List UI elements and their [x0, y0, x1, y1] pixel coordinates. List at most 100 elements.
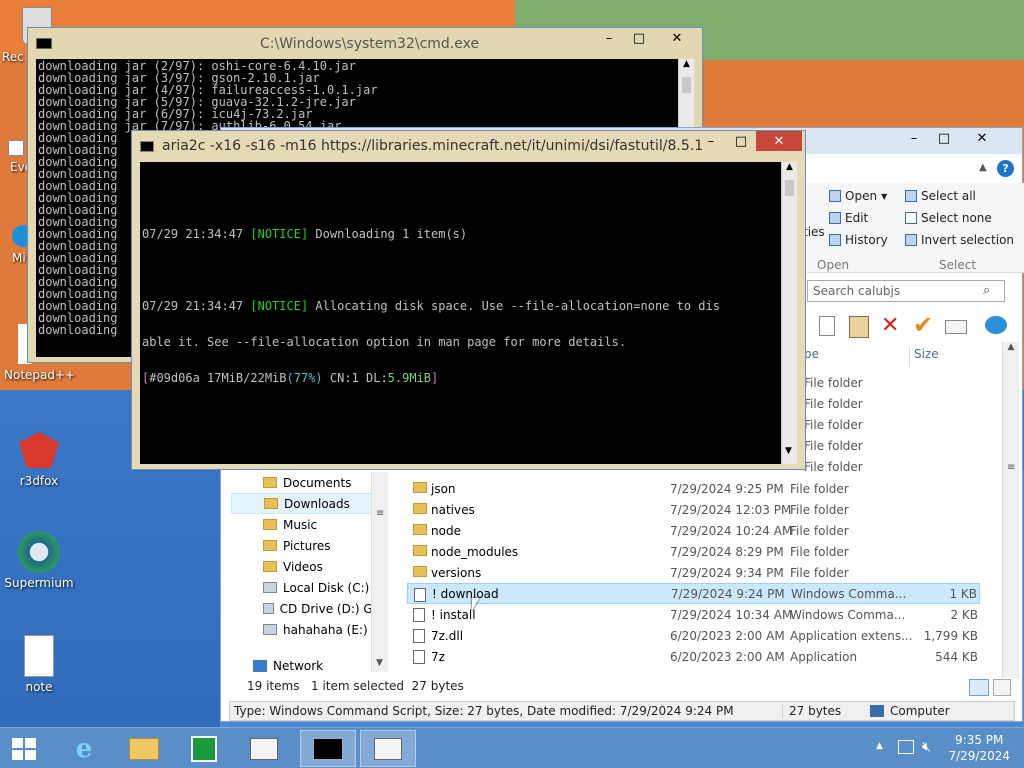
nav-item-local-disk-c[interactable]: Local Disk (C:) [231, 577, 381, 598]
clock[interactable]: 9:35 PM 7/29/2024 [948, 732, 1010, 764]
rename-icon[interactable] [945, 320, 967, 334]
shell-icon[interactable] [985, 316, 1007, 334]
notice-tag: [NOTICE] [250, 299, 309, 313]
file-row[interactable]: 7z.dll 6/20/2023 2:00 AM Application exten… [407, 625, 980, 646]
column-header-size[interactable]: Size [909, 347, 1009, 367]
scroll-up-icon[interactable]: ▲ [1003, 342, 1019, 352]
nav-item-documents[interactable]: Documents [231, 472, 381, 493]
nav-item-cd-drive-d[interactable]: CD Drive (D:) GR [231, 598, 381, 619]
nav-item-videos[interactable]: Videos [231, 556, 381, 577]
aria2c-titlebar[interactable]: aria2c -x16 -s16 -m16 https://libraries.… [132, 131, 805, 161]
file-name: 7z [431, 649, 445, 664]
maximize-icon[interactable]: □ [929, 128, 959, 148]
scroll-down-icon[interactable]: ▼ [785, 446, 792, 456]
file-row[interactable]: ! install 7/29/2024 10:34 AM Windows Comma… [407, 604, 980, 625]
taskbar-app-window[interactable] [236, 730, 292, 767]
details-text: Type: Windows Command Script, Size: 27 b… [234, 704, 734, 718]
nav-item-music[interactable]: Music [231, 514, 381, 535]
ribbon-collapse-icon[interactable]: ▲ [979, 162, 987, 173]
large-icons-view-icon[interactable] [993, 679, 1011, 696]
file-row[interactable]: natives 7/29/2024 12:03 PM File folder [407, 499, 980, 520]
start-button[interactable] [0, 730, 48, 767]
desktop-icon-note[interactable]: note [4, 634, 74, 694]
scroll-thumb[interactable] [682, 77, 691, 93]
aria2c-window[interactable]: aria2c -x16 -s16 -m16 https://libraries.… [131, 130, 806, 470]
file-type: Windows Comma... [791, 586, 907, 601]
check-icon[interactable]: ✔ [913, 311, 933, 339]
file-date: 7/29/2024 9:25 PM [670, 481, 784, 496]
paste-icon[interactable] [849, 316, 869, 338]
nav-item-downloads[interactable]: Downloads [231, 493, 381, 514]
scroll-up-icon[interactable]: ▲ [782, 162, 797, 178]
file-name: node [431, 523, 461, 538]
file-type: Application extens... [790, 628, 913, 643]
select-none-button[interactable]: Select none [905, 211, 992, 225]
file-row[interactable]: ! download 7/29/2024 9:24 PM Windows Comma… [407, 583, 980, 604]
help-icon[interactable]: ? [997, 160, 1014, 177]
show-hidden-icons-icon[interactable]: ▲ [876, 741, 883, 751]
scroll-up-icon[interactable]: ▲ [679, 59, 694, 75]
edit-button[interactable]: Edit [829, 211, 868, 225]
folder-icon [413, 566, 427, 577]
navigation-pane: Documents Downloads Music Pictures Videos Loc… [231, 472, 381, 672]
scroll-grip-icon[interactable]: ≡ [376, 508, 384, 519]
minimize-icon[interactable]: – [899, 128, 929, 148]
details-view-icon[interactable] [969, 679, 989, 696]
maximize-icon[interactable]: □ [726, 131, 756, 151]
taskbar-cmd[interactable] [300, 730, 356, 767]
taskbar-store[interactable] [176, 730, 232, 767]
history-button[interactable]: History [829, 233, 888, 247]
minimize-icon[interactable]: – [594, 28, 624, 48]
taskbar-ie[interactable]: e [56, 730, 112, 767]
aria2c-scrollbar[interactable]: ▲ ▼ [781, 162, 797, 464]
file-row[interactable]: node 7/29/2024 10:24 AM File folder [407, 520, 980, 541]
taskbar-file-explorer[interactable] [116, 730, 172, 767]
nav-scrollbar[interactable]: ≡ ▼ [371, 472, 388, 672]
window-icon [374, 737, 402, 760]
invert-selection-icon [905, 234, 917, 246]
copy-icon[interactable] [819, 316, 835, 336]
folder-icon [263, 540, 277, 551]
window-icon [250, 737, 278, 760]
select-none-icon [905, 212, 917, 224]
open-button[interactable]: Open ▼ [829, 189, 887, 203]
cmd-app-icon [36, 37, 52, 49]
cmd-icon [313, 737, 343, 760]
file-date: 7/29/2024 10:24 AM [670, 523, 793, 538]
scroll-grip-icon[interactable]: ≡ [1007, 462, 1015, 473]
nav-item-pictures[interactable]: Pictures [231, 535, 381, 556]
file-row[interactable]: versions 7/29/2024 9:34 PM File folder [407, 562, 980, 583]
delete-icon[interactable]: ✕ [881, 313, 899, 338]
folder-icon [129, 737, 159, 760]
file-row[interactable]: json 7/29/2024 9:25 PM File folder [407, 478, 980, 499]
file-row[interactable]: node_modules 7/29/2024 8:29 PM File folder [407, 541, 980, 562]
minimize-icon[interactable]: – [696, 131, 726, 151]
column-header-type[interactable]: pe [804, 347, 819, 361]
close-icon[interactable]: ✕ [654, 28, 700, 48]
search-icon[interactable]: ⌕ [983, 283, 990, 298]
search-input[interactable]: Search calubjs [807, 280, 1005, 302]
desktop-icon-supermium[interactable]: Supermium [4, 530, 74, 590]
scroll-down-icon[interactable]: ▼ [376, 658, 383, 668]
desktop-icon-r3dfox[interactable]: r3dfox [4, 428, 74, 488]
aria2c-title: aria2c -x16 -s16 -m16 https://libraries.… [162, 138, 702, 154]
select-all-icon [905, 190, 917, 202]
maximize-icon[interactable]: □ [624, 28, 654, 48]
note-file-icon [17, 634, 61, 678]
taskbar-aria2c[interactable] [360, 730, 416, 767]
network-tray-icon[interactable] [898, 740, 914, 754]
aria2c-console-output[interactable]: 07/29 21:34:47 [NOTICE] Downloading 1 it… [140, 162, 781, 464]
everything-icon [8, 140, 24, 156]
close-icon[interactable]: ✕ [756, 131, 802, 151]
cmd-titlebar[interactable]: C:\Windows\system32\cmd.exe – □ ✕ [28, 28, 702, 58]
volume-muted-icon[interactable]: 🔇︎ [922, 739, 931, 755]
invert-selection-button[interactable]: Invert selection [905, 233, 1014, 247]
close-icon[interactable]: ✕ [959, 128, 1005, 148]
select-all-button[interactable]: Select all [905, 189, 976, 203]
file-size: 1,799 KB [923, 628, 978, 643]
nav-item-network[interactable]: Network [253, 659, 323, 673]
file-row[interactable]: 7z 6/20/2023 2:00 AM Application 544 KB [407, 646, 980, 667]
scroll-thumb[interactable] [785, 180, 794, 196]
nav-item-drive-e[interactable]: hahahaha (E:) [231, 619, 381, 640]
file-scrollbar[interactable]: ▲ ≡ [1002, 342, 1019, 678]
